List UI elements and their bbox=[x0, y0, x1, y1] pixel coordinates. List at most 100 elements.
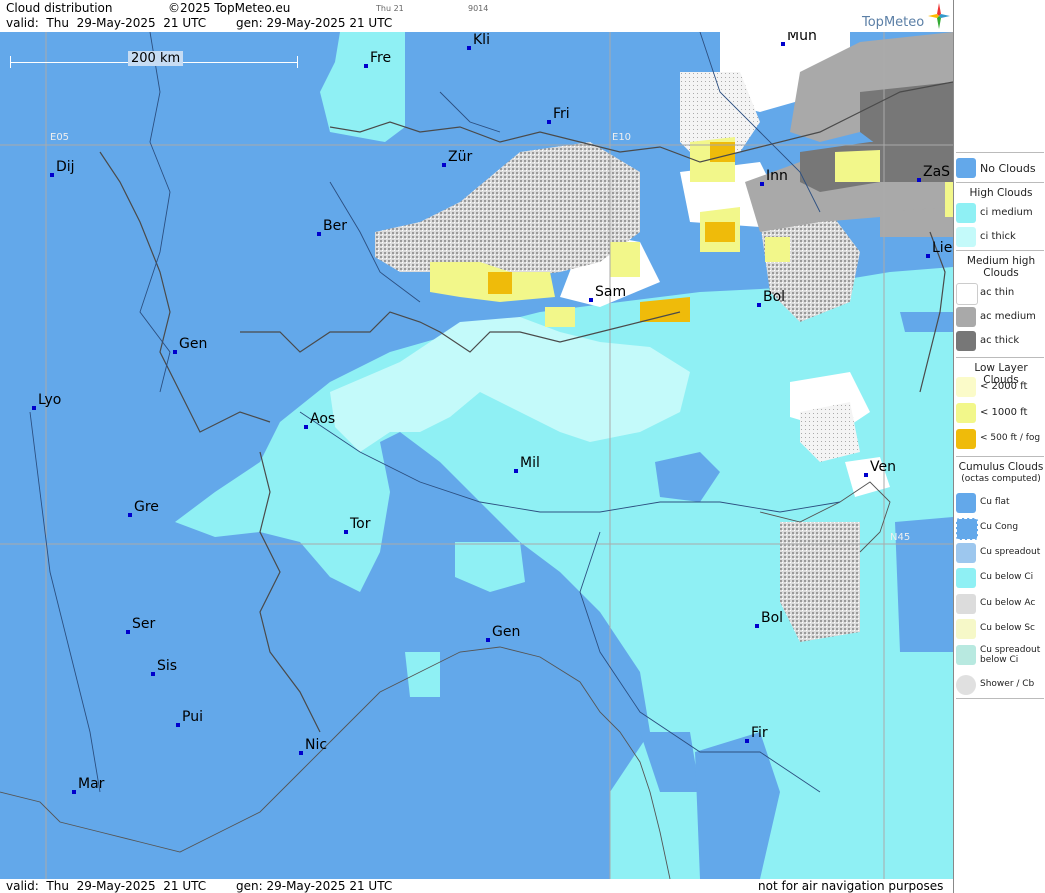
city-label: ZaS bbox=[923, 164, 951, 180]
city-dot-icon bbox=[50, 173, 54, 177]
legend-label: ci medium bbox=[980, 207, 1033, 218]
city-label: Lyo bbox=[38, 392, 62, 408]
city-label: Sam bbox=[595, 284, 627, 300]
scale-label: 200 km bbox=[128, 51, 184, 66]
city-label: Zür bbox=[448, 149, 473, 165]
city-dot-icon bbox=[364, 64, 368, 68]
city-dot-icon bbox=[745, 739, 749, 743]
legend-label: ci thick bbox=[980, 231, 1016, 242]
footer-generated-time: gen: 29-May-2025 21 UTC bbox=[236, 879, 393, 893]
city-dot-icon bbox=[128, 513, 132, 517]
legend-label: Cu below Ac bbox=[980, 598, 1036, 608]
legend-label: ac medium bbox=[980, 311, 1036, 322]
topmeteo-logo[interactable]: TopMeteo bbox=[862, 15, 924, 30]
city-dot-icon bbox=[547, 120, 551, 124]
city-label: Tor bbox=[350, 516, 371, 532]
city-label: Fir bbox=[751, 725, 768, 741]
legend-label: < 1000 ft bbox=[980, 407, 1028, 418]
legend-label: Shower / Cb bbox=[980, 679, 1035, 689]
city-label: Gen bbox=[179, 336, 208, 352]
footer-disclaimer: not for air navigation purposes bbox=[758, 879, 944, 893]
cu-below-ac-swatch bbox=[956, 594, 976, 614]
scale-tick-right bbox=[297, 56, 298, 68]
city-label: Gre bbox=[134, 499, 159, 515]
city-dot-icon bbox=[760, 182, 764, 186]
city-dot-icon bbox=[864, 473, 868, 477]
legend-label: < 500 ft / fog bbox=[980, 433, 1041, 443]
ac-thick-swatch bbox=[956, 331, 976, 351]
city-label: Sis bbox=[157, 658, 178, 674]
city-dot-icon bbox=[72, 790, 76, 794]
compass-logo-icon bbox=[928, 3, 950, 29]
city-label: Bol bbox=[761, 610, 784, 626]
city-label: Nic bbox=[305, 737, 328, 753]
header-bar: Cloud distribution ©2025 TopMeteo.eu Thu… bbox=[0, 0, 953, 33]
legend-label: Cu flat bbox=[980, 497, 1010, 507]
legend-heading-medium: Medium high Clouds bbox=[966, 255, 1036, 279]
legend-label: Cu below Ci bbox=[980, 572, 1034, 582]
city-label: Mar bbox=[78, 776, 105, 792]
map-title: Cloud distribution bbox=[6, 1, 113, 15]
city-dot-icon bbox=[173, 350, 177, 354]
city-label: Gen bbox=[492, 624, 521, 640]
cu-cong-swatch bbox=[956, 518, 978, 540]
ac-medium-swatch bbox=[956, 307, 976, 327]
city-dot-icon bbox=[486, 638, 490, 642]
city-dot-icon bbox=[442, 163, 446, 167]
cu-spread-below-ci-swatch bbox=[956, 645, 976, 665]
legend-subheading-cumulus: (octas computed) bbox=[961, 474, 1041, 484]
legend-heading-high: High Clouds bbox=[969, 187, 1033, 199]
city-dot-icon bbox=[514, 469, 518, 473]
cu-spread-swatch bbox=[956, 543, 976, 563]
city-dot-icon bbox=[917, 178, 921, 182]
ci-medium-swatch bbox=[956, 203, 976, 223]
legend-label: ac thick bbox=[980, 335, 1020, 346]
cu-below-ci-swatch bbox=[956, 568, 976, 588]
city-label: Fri bbox=[553, 106, 570, 122]
legend-divider bbox=[956, 456, 1044, 457]
city-dot-icon bbox=[926, 254, 930, 258]
city-label: Fre bbox=[370, 50, 392, 66]
city-label: Ber bbox=[323, 218, 347, 234]
legend-divider bbox=[956, 182, 1044, 183]
grid-label-e10: E10 bbox=[612, 132, 632, 143]
footer-bar: valid: Thu 29-May-2025 21 UTC gen: 29-Ma… bbox=[0, 879, 953, 893]
city-dot-icon bbox=[304, 425, 308, 429]
city-dot-icon bbox=[757, 303, 761, 307]
city-dot-icon bbox=[151, 672, 155, 676]
header-day: Thu 21 bbox=[376, 4, 404, 13]
city-label: Mün bbox=[787, 32, 817, 44]
footer-valid-time: valid: Thu 29-May-2025 21 UTC bbox=[6, 879, 207, 893]
scale-tick-left bbox=[10, 56, 11, 68]
legend-label: Cu spreadout below Ci bbox=[980, 645, 1041, 665]
city-label: Bol bbox=[763, 289, 786, 305]
low-1000-swatch bbox=[956, 403, 976, 423]
header-code: 9014 bbox=[468, 4, 489, 13]
map-canvas bbox=[0, 32, 953, 879]
city-dot-icon bbox=[755, 624, 759, 628]
low-2000-swatch bbox=[956, 377, 976, 397]
city-dot-icon bbox=[317, 232, 321, 236]
city-dot-icon bbox=[126, 630, 130, 634]
scale-bar: 200 km bbox=[10, 51, 298, 69]
grid-label-e05: E05 bbox=[50, 132, 70, 143]
cu-flat-swatch bbox=[956, 493, 976, 513]
low-500-swatch bbox=[956, 429, 976, 449]
city-dot-icon bbox=[32, 406, 36, 410]
cloud-map[interactable]: 200 km E05 E10 N45 Fre Kli Mün Fri Dij Z… bbox=[0, 32, 953, 879]
city-dot-icon bbox=[781, 42, 785, 46]
city-label: Dij bbox=[56, 159, 75, 175]
city-label: Pui bbox=[182, 709, 203, 725]
city-dot-icon bbox=[467, 46, 471, 50]
city-label: Kli bbox=[473, 32, 490, 48]
legend-divider bbox=[956, 357, 1044, 358]
legend-label: No Clouds bbox=[980, 162, 1036, 175]
legend-label: ac thin bbox=[980, 287, 1015, 298]
legend-label: Cu spreadout bbox=[980, 547, 1041, 557]
copyright-text: ©2025 TopMeteo.eu bbox=[168, 1, 291, 15]
city-label: Inn bbox=[766, 168, 788, 184]
legend-label: < 2000 ft bbox=[980, 381, 1028, 392]
no-clouds-swatch bbox=[956, 158, 976, 178]
legend-label: Cu Cong bbox=[980, 522, 1019, 532]
city-dot-icon bbox=[589, 298, 593, 302]
